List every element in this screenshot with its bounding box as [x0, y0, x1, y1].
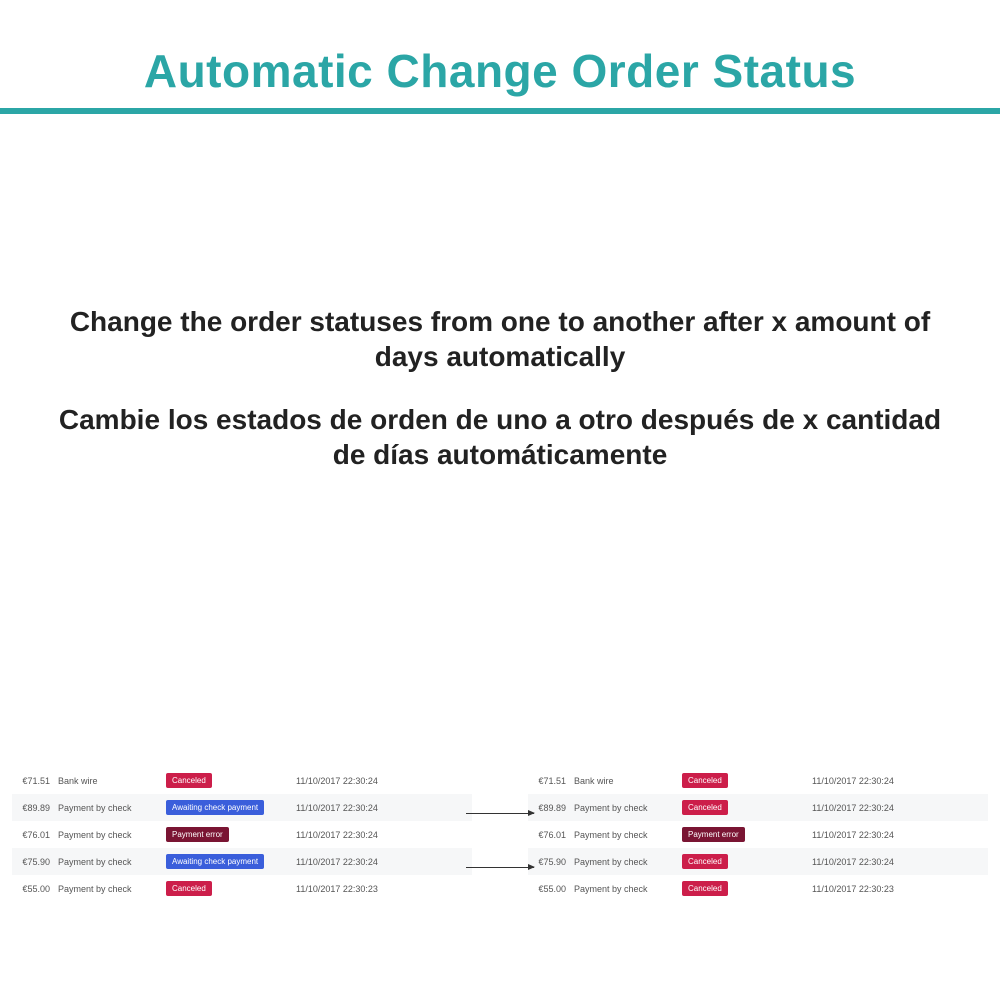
orders-table-after: €71.51 Bank wire Canceled 11/10/2017 22:… [528, 767, 988, 902]
cell-date: 11/10/2017 22:30:24 [292, 794, 472, 821]
cell-status: Canceled [678, 767, 808, 794]
cell-status: Payment error [162, 821, 292, 848]
cell-price: €71.51 [12, 767, 54, 794]
cell-method: Payment by check [570, 875, 678, 902]
description-en: Change the order statuses from one to an… [48, 304, 952, 374]
cell-status: Canceled [678, 848, 808, 875]
table-row: €55.00 Payment by check Canceled 11/10/2… [528, 875, 988, 902]
cell-status: Payment error [678, 821, 808, 848]
cell-date: 11/10/2017 22:30:24 [292, 848, 472, 875]
cell-price: €89.89 [528, 794, 570, 821]
cell-price: €76.01 [12, 821, 54, 848]
title-underline [0, 108, 1000, 114]
cell-price: €75.90 [12, 848, 54, 875]
cell-date: 11/10/2017 22:30:24 [808, 767, 988, 794]
orders-table-before: €71.51 Bank wire Canceled 11/10/2017 22:… [12, 767, 472, 902]
status-badge: Payment error [682, 827, 745, 842]
cell-method: Bank wire [570, 767, 678, 794]
cell-method: Payment by check [570, 821, 678, 848]
table-row: €89.89 Payment by check Canceled 11/10/2… [528, 794, 988, 821]
cell-status: Canceled [678, 794, 808, 821]
status-badge: Canceled [166, 773, 212, 788]
status-badge: Canceled [682, 773, 728, 788]
status-badge: Canceled [682, 800, 728, 815]
table-row: €75.90 Payment by check Canceled 11/10/2… [528, 848, 988, 875]
table-row: €55.00 Payment by check Canceled 11/10/2… [12, 875, 472, 902]
table-row: €71.51 Bank wire Canceled 11/10/2017 22:… [528, 767, 988, 794]
cell-method: Payment by check [54, 794, 162, 821]
cell-date: 11/10/2017 22:30:24 [292, 767, 472, 794]
cell-method: Payment by check [54, 848, 162, 875]
cell-price: €76.01 [528, 821, 570, 848]
cell-date: 11/10/2017 22:30:23 [292, 875, 472, 902]
status-badge: Canceled [682, 881, 728, 896]
cell-date: 11/10/2017 22:30:24 [292, 821, 472, 848]
cell-price: €55.00 [12, 875, 54, 902]
cell-date: 11/10/2017 22:30:24 [808, 848, 988, 875]
arrow-icon [466, 867, 534, 868]
page-title: Automatic Change Order Status [0, 0, 1000, 108]
cell-price: €75.90 [528, 848, 570, 875]
cell-price: €89.89 [12, 794, 54, 821]
cell-date: 11/10/2017 22:30:24 [808, 794, 988, 821]
status-badge: Awaiting check payment [166, 854, 264, 869]
table-row: €71.51 Bank wire Canceled 11/10/2017 22:… [12, 767, 472, 794]
status-badge: Payment error [166, 827, 229, 842]
cell-method: Payment by check [54, 875, 162, 902]
cell-date: 11/10/2017 22:30:24 [808, 821, 988, 848]
cell-status: Canceled [678, 875, 808, 902]
cell-status: Awaiting check payment [162, 794, 292, 821]
table-row: €75.90 Payment by check Awaiting check p… [12, 848, 472, 875]
cell-status: Canceled [162, 767, 292, 794]
status-badge: Canceled [682, 854, 728, 869]
arrow-icon [466, 813, 534, 814]
cell-method: Payment by check [570, 848, 678, 875]
table-row: €76.01 Payment by check Payment error 11… [528, 821, 988, 848]
cell-method: Bank wire [54, 767, 162, 794]
tables-container: €71.51 Bank wire Canceled 11/10/2017 22:… [0, 767, 1000, 902]
table-row: €89.89 Payment by check Awaiting check p… [12, 794, 472, 821]
transition-arrows [472, 767, 528, 902]
cell-status: Awaiting check payment [162, 848, 292, 875]
table-row: €76.01 Payment by check Payment error 11… [12, 821, 472, 848]
status-badge: Canceled [166, 881, 212, 896]
cell-method: Payment by check [570, 794, 678, 821]
description-es: Cambie los estados de orden de uno a otr… [48, 402, 952, 472]
cell-method: Payment by check [54, 821, 162, 848]
cell-date: 11/10/2017 22:30:23 [808, 875, 988, 902]
status-badge: Awaiting check payment [166, 800, 264, 815]
cell-price: €55.00 [528, 875, 570, 902]
cell-status: Canceled [162, 875, 292, 902]
description-block: Change the order statuses from one to an… [0, 304, 1000, 472]
cell-price: €71.51 [528, 767, 570, 794]
